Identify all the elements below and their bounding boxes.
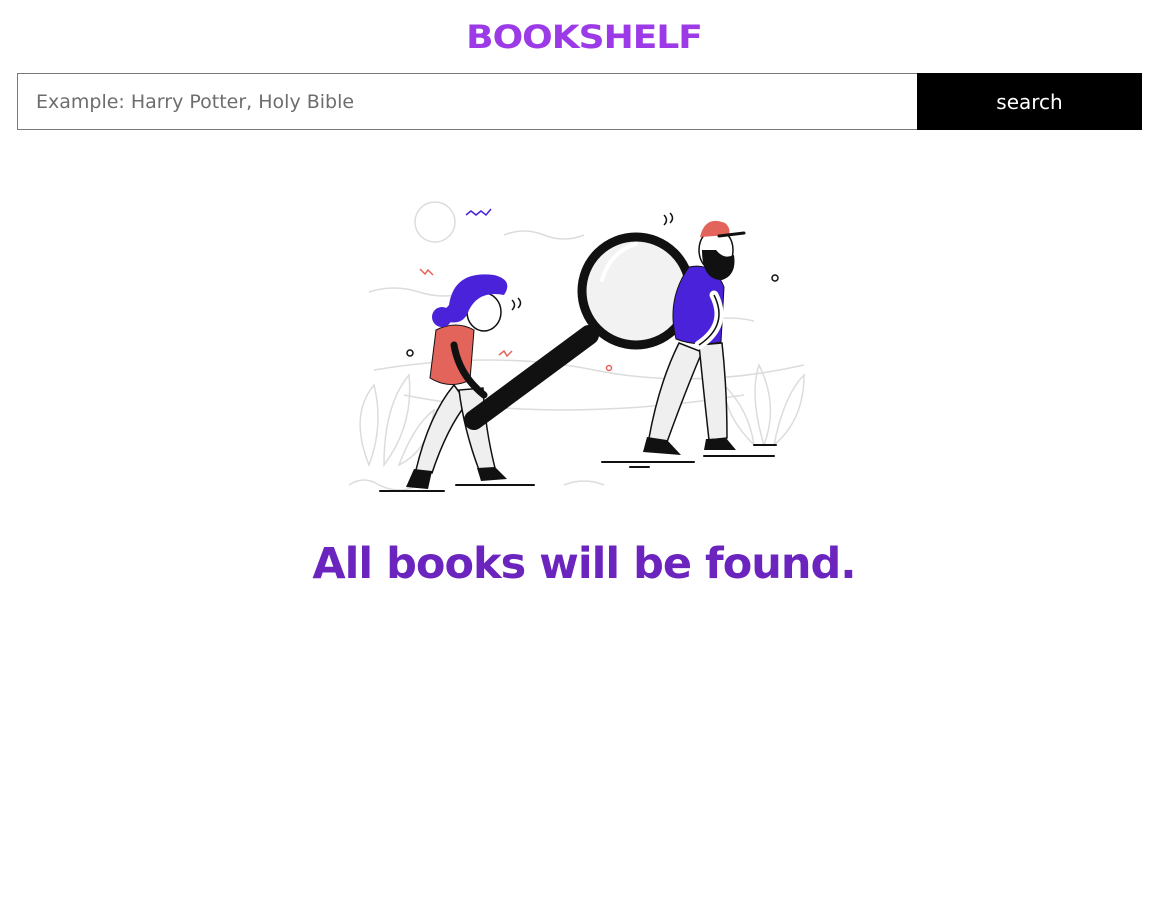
search-bar: search — [17, 73, 1142, 130]
search-button[interactable]: search — [917, 73, 1142, 130]
page: BOOKSHELF search — [0, 0, 1168, 922]
app-logo[interactable]: BOOKSHELF — [0, 16, 1168, 59]
people-with-magnifying-glass-illustration — [344, 195, 814, 510]
tagline-heading: All books will be found. — [312, 539, 856, 589]
search-input[interactable] — [17, 73, 917, 130]
